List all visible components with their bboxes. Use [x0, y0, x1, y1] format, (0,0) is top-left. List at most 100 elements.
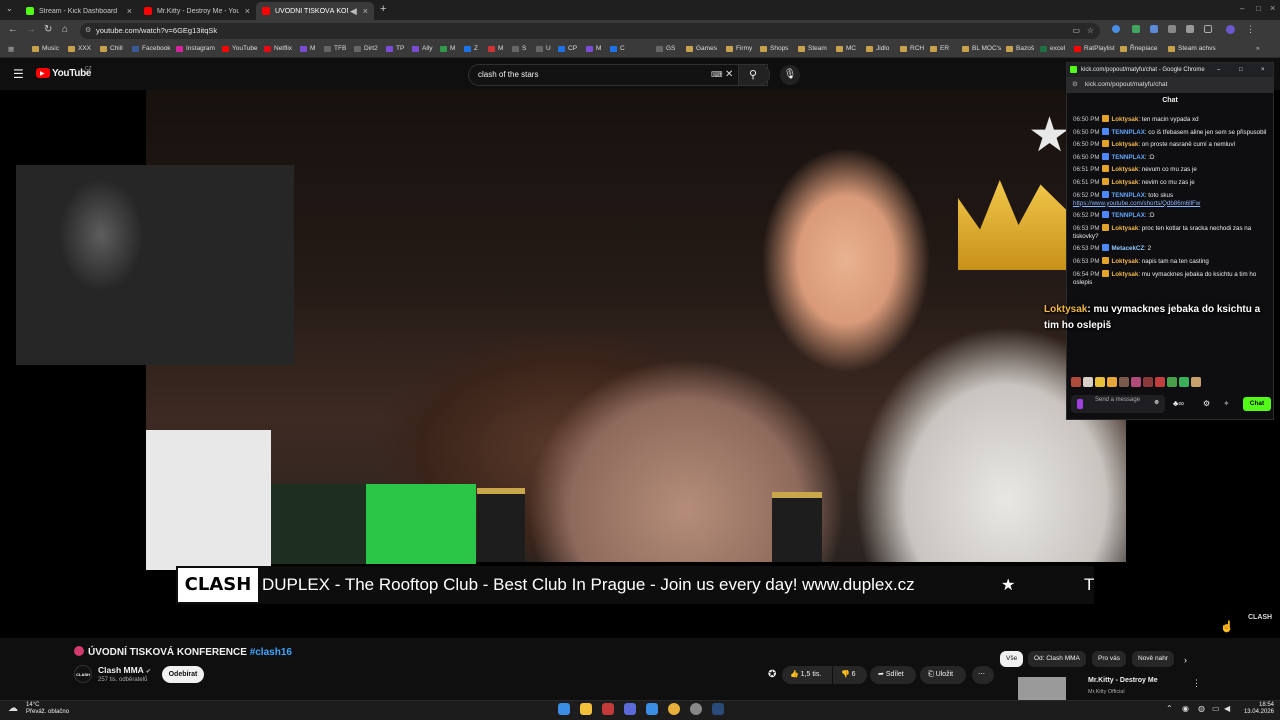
emote-icon[interactable] — [1131, 377, 1141, 387]
tray-icon[interactable]: ◉ — [1182, 704, 1189, 713]
share-button[interactable]: ➦ Sdílet — [870, 666, 916, 684]
microphone-icon[interactable] — [1077, 399, 1083, 409]
emote-icon[interactable] — [1083, 377, 1093, 387]
message-user[interactable]: Loktysak — [1111, 258, 1138, 265]
volume-icon[interactable]: ◀ — [1224, 704, 1230, 713]
steam-icon[interactable] — [712, 703, 724, 715]
recommended-title[interactable]: Mr.Kitty - Destroy Me — [1088, 677, 1158, 684]
reload-icon[interactable]: ↻ — [44, 24, 52, 35]
bookmark-netflix[interactable]: Netflix — [264, 45, 292, 52]
url-bar[interactable]: ⚙ youtube.com/watch?v=6GEg13itqSk ▭ ☆ — [80, 23, 1100, 39]
recommended-thumbnail[interactable] — [1018, 677, 1066, 700]
weather-icon[interactable]: ☁ — [8, 703, 18, 714]
message-user[interactable]: TENNPLAX — [1111, 154, 1144, 161]
bookmark-item[interactable]: M — [300, 45, 315, 52]
bookmark-item[interactable]: TFB — [324, 45, 346, 52]
chip-from-channel[interactable]: Od: Clash MMA — [1028, 651, 1086, 667]
bookmark-item[interactable]: TP — [386, 45, 404, 52]
more-icon[interactable]: ⋮ — [1192, 678, 1201, 689]
message-user[interactable]: MetacekCZ — [1111, 245, 1144, 252]
bookmark-folder[interactable]: RCH — [900, 45, 924, 52]
hashtag-link[interactable]: #clash16 — [250, 647, 292, 658]
profile-avatar[interactable] — [1226, 25, 1235, 34]
maximize-icon[interactable]: □ — [1256, 4, 1261, 13]
start-menu-icon[interactable] — [558, 703, 570, 715]
chat-send-button[interactable]: Chat — [1243, 397, 1271, 411]
site-info-icon[interactable]: ⚙ — [85, 23, 91, 39]
emote-icon[interactable] — [1155, 377, 1165, 387]
bookmark-folder[interactable]: Shops — [760, 45, 788, 52]
extension-icon[interactable] — [1132, 25, 1140, 33]
message-user[interactable]: Loktysak — [1111, 225, 1138, 232]
bookmark-item[interactable]: M — [586, 45, 601, 52]
keyboard-icon[interactable]: ⌨ — [711, 65, 723, 85]
chevron-right-icon[interactable]: › — [1184, 655, 1187, 665]
bookmark-folder[interactable]: Firmy — [726, 45, 752, 52]
message-link[interactable]: https://www.youtube.com/shorts/Qdb86m6ll… — [1073, 200, 1200, 207]
emote-icon[interactable] — [1107, 377, 1117, 387]
install-icon[interactable]: ▭ — [1072, 23, 1080, 39]
points-icon[interactable]: ♣∞ — [1173, 399, 1184, 408]
bookmark-item[interactable]: C — [610, 45, 625, 52]
weather-widget[interactable]: 14°C Převáž. oblačno — [26, 702, 69, 716]
bookmark-folder[interactable]: Steam — [798, 45, 827, 52]
bookmark-item[interactable]: U — [536, 45, 551, 52]
save-button[interactable]: ⎗ Uložit — [920, 666, 966, 684]
forward-icon[interactable]: → — [26, 24, 36, 35]
bookmark-folder[interactable]: Chill — [100, 45, 123, 52]
bookmark-folder[interactable]: Řnepiace — [1120, 45, 1157, 52]
display-icon[interactable]: ▭ — [1212, 704, 1220, 713]
chip-for-you[interactable]: Pro vás — [1092, 651, 1127, 667]
bookmark-playlist[interactable]: RatPlaylist — [1074, 45, 1115, 52]
hamburger-menu-icon[interactable]: ☰ — [13, 67, 24, 81]
bookmark-item[interactable]: GS — [656, 45, 675, 52]
tab-mr-kitty[interactable]: Mr.Kitty - Destroy Me - YouTube × — [138, 2, 256, 20]
extension-icon[interactable] — [1150, 25, 1158, 33]
emote-icon[interactable] — [1179, 377, 1189, 387]
message-user[interactable]: Loktysak — [1111, 179, 1138, 186]
gear-icon[interactable]: ⚙ — [1203, 399, 1210, 408]
extension-icon[interactable] — [1186, 25, 1194, 33]
close-icon[interactable]: × — [1261, 63, 1265, 77]
maximize-icon[interactable]: □ — [1239, 63, 1243, 77]
back-icon[interactable]: ← — [8, 24, 18, 35]
message-user[interactable]: Loktysak — [1111, 271, 1138, 278]
message-user[interactable]: TENNPLAX — [1111, 192, 1144, 199]
emote-icon[interactable] — [1191, 377, 1201, 387]
emote-icon[interactable] — [1095, 377, 1105, 387]
bookmark-instagram[interactable]: Instagram — [176, 45, 215, 52]
bookmark-item[interactable]: Ally — [412, 45, 432, 52]
app-icon[interactable] — [690, 703, 702, 715]
new-tab-button[interactable]: + — [380, 3, 386, 15]
bookmark-item[interactable]: Dirt2 — [354, 45, 378, 52]
tray-chevron-icon[interactable]: ⌃ — [1166, 704, 1173, 713]
bookmark-folder[interactable]: MC — [836, 45, 856, 52]
bookmark-star-icon[interactable]: ☆ — [1087, 23, 1094, 39]
message-user[interactable]: TENNPLAX — [1111, 212, 1144, 219]
dislike-button[interactable]: 👎 6 — [833, 666, 867, 684]
bookmark-item[interactable]: CP — [558, 45, 577, 52]
chat-message-input[interactable]: Send a message ☻ — [1071, 395, 1165, 413]
bookmark-facebook[interactable]: Facebook — [132, 45, 171, 52]
message-user[interactable]: TENNPLAX — [1111, 129, 1144, 136]
tray-icon[interactable]: ◍ — [1198, 704, 1205, 713]
emote-picker-icon[interactable]: ✦ — [1223, 399, 1230, 408]
message-user[interactable]: Loktysak — [1111, 141, 1138, 148]
tab-active-video[interactable]: ÚVODNÍ TISKOVÁ KONFERENCE ◀ × — [256, 2, 374, 20]
emote-icon[interactable] — [1119, 377, 1129, 387]
bookmark-folder[interactable]: XXX — [68, 45, 91, 52]
message-user[interactable]: Loktysak — [1111, 116, 1138, 123]
close-icon[interactable]: × — [245, 6, 250, 16]
bookmark-folder[interactable]: Games — [686, 45, 717, 52]
bookmark-folder[interactable]: Jidlo — [866, 45, 889, 52]
system-clock[interactable]: 18:54 13.04.2026 — [1240, 702, 1274, 716]
file-explorer-icon[interactable] — [580, 703, 592, 715]
emoji-icon[interactable]: ☻ — [1153, 399, 1160, 406]
tab-search-icon[interactable]: ⌄ — [6, 4, 13, 13]
home-icon[interactable]: ⌂ — [62, 24, 68, 35]
menu-icon[interactable]: ⋮ — [1246, 24, 1255, 35]
audio-icon[interactable]: ◀ — [350, 6, 357, 17]
minimize-icon[interactable]: – — [1240, 4, 1244, 13]
channel-name[interactable]: Clash MMA ✔ — [98, 665, 151, 675]
emote-icon[interactable] — [1143, 377, 1153, 387]
